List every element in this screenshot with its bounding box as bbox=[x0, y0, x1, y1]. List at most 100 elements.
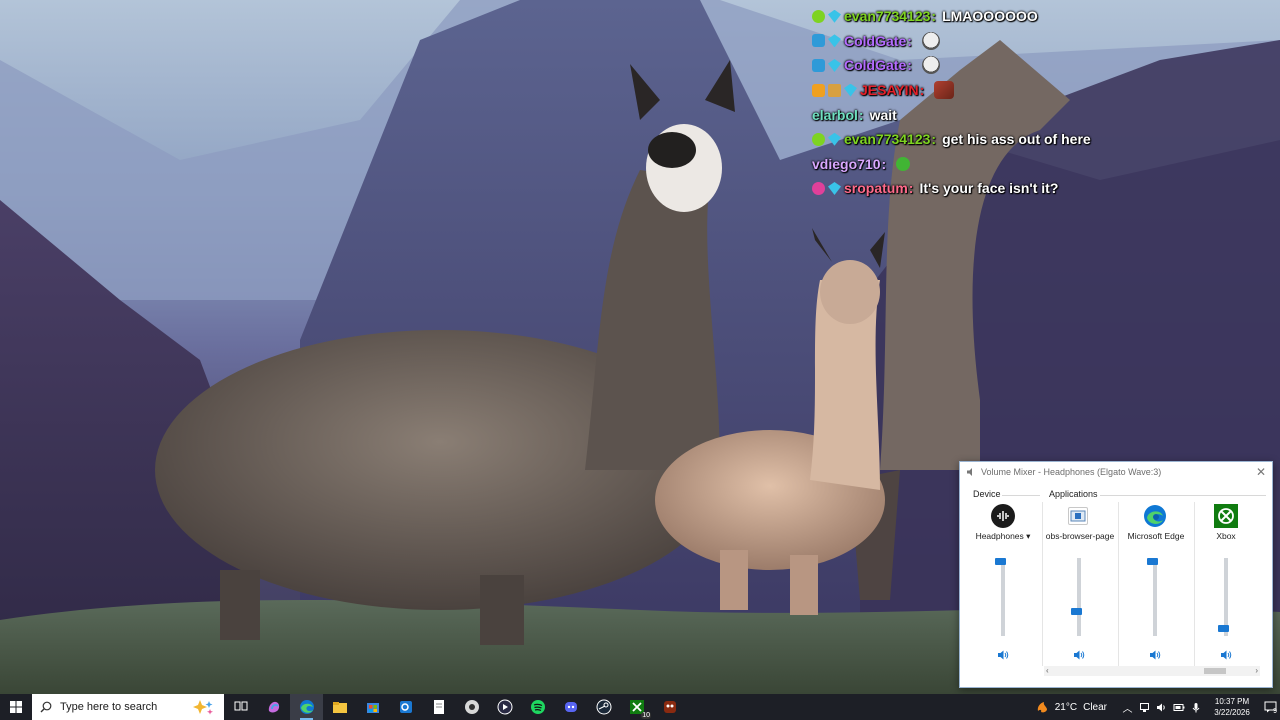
chat-separator: : bbox=[907, 57, 912, 74]
taskbar-app-button[interactable] bbox=[488, 694, 521, 720]
chat-separator: : bbox=[908, 180, 914, 197]
battery-icon[interactable] bbox=[1171, 699, 1187, 715]
chat-badge-icon bbox=[828, 181, 841, 195]
chat-badge-icon bbox=[812, 132, 825, 146]
chat-message-text: get his ass out of here bbox=[942, 131, 1091, 148]
app-name-label: Microsoft Edge bbox=[1127, 531, 1185, 541]
mixer-title-text: Volume Mixer - Headphones (Elgato Wave:3… bbox=[981, 467, 1162, 477]
volume-icon[interactable] bbox=[1154, 699, 1170, 715]
edge-icon bbox=[299, 700, 314, 714]
chat-username: ColdGate bbox=[844, 57, 907, 74]
applications-group-divider bbox=[1100, 495, 1266, 496]
chat-message: ColdGate: bbox=[812, 29, 1280, 54]
taskbar-app-button[interactable] bbox=[257, 694, 290, 720]
search-placeholder: Type here to search bbox=[60, 701, 158, 713]
chat-message: ColdGate: bbox=[812, 53, 1280, 78]
taskbar-app-button[interactable] bbox=[356, 694, 389, 720]
taskbar-app-button[interactable] bbox=[422, 694, 455, 720]
chevron-up-icon[interactable]: ︿ bbox=[1120, 699, 1136, 715]
chat-message-text: It's your face isn't it? bbox=[919, 180, 1059, 197]
clock-time: 10:37 PM bbox=[1214, 697, 1250, 706]
headphones-device-icon[interactable] bbox=[991, 504, 1015, 528]
applications-horizontal-scrollbar[interactable]: ‹ › bbox=[1044, 666, 1260, 676]
chat-badge-icon bbox=[812, 9, 825, 23]
search-icon bbox=[40, 701, 52, 713]
scroll-right-icon[interactable]: › bbox=[1255, 666, 1258, 676]
weather-temperature: 21°C bbox=[1054, 701, 1078, 713]
chat-username: evan7734123 bbox=[844, 131, 931, 148]
scroll-left-icon[interactable]: ‹ bbox=[1046, 666, 1049, 676]
taskbar-app-button[interactable] bbox=[554, 694, 587, 720]
app-badge-count: 10 bbox=[641, 712, 651, 719]
app-volume-track[interactable] bbox=[1077, 558, 1081, 636]
close-icon[interactable]: ✕ bbox=[1254, 465, 1268, 479]
chat-message-text: LMAOOOOOO bbox=[942, 8, 1038, 25]
device-volume-slider[interactable] bbox=[995, 558, 1006, 565]
chat-separator: : bbox=[907, 32, 912, 49]
weather-icon bbox=[1037, 702, 1047, 713]
clock-date: 3/22/2026 bbox=[1214, 708, 1250, 717]
taskbar-app-button[interactable] bbox=[455, 694, 488, 720]
network-icon[interactable] bbox=[1137, 699, 1153, 715]
chat-message: vdiego710: bbox=[812, 152, 1280, 177]
app-name-label: obs-browser-page bbox=[1045, 531, 1115, 541]
device-column: Headphones ▾ bbox=[968, 500, 1038, 668]
chat-badge-icon bbox=[812, 34, 825, 48]
speaker-icon[interactable] bbox=[1149, 648, 1161, 660]
stream-chat-overlay: evan7734123: LMAOOOOOO ColdGate: ColdGate: J… bbox=[812, 4, 1280, 201]
taskbar-app-button[interactable] bbox=[323, 694, 356, 720]
edge-icon[interactable] bbox=[1143, 504, 1167, 528]
device-volume-track[interactable] bbox=[1001, 558, 1005, 636]
pepe-emote-icon bbox=[896, 156, 911, 171]
taskbar-app-button[interactable] bbox=[389, 694, 422, 720]
notification-count: 9 bbox=[1273, 708, 1277, 715]
xbox-volume-slider[interactable] bbox=[1218, 625, 1229, 633]
chat-badge-icon bbox=[828, 9, 841, 23]
weather-widget[interactable]: 21°C Clear bbox=[1035, 700, 1107, 714]
search-highlight-icon[interactable] bbox=[192, 699, 214, 715]
taskbar-app-button[interactable] bbox=[587, 694, 620, 720]
chat-separator: : bbox=[919, 82, 925, 99]
obs-browser-page-volume-slider[interactable] bbox=[1071, 607, 1082, 615]
column-separator bbox=[1042, 502, 1043, 666]
media-app-icon bbox=[497, 699, 512, 715]
task-view-icon bbox=[234, 701, 247, 711]
notepad-icon bbox=[433, 700, 444, 714]
speaker-icon[interactable] bbox=[1220, 648, 1232, 660]
obs-browser-page-icon[interactable] bbox=[1068, 507, 1088, 525]
skull-emote-icon bbox=[921, 56, 940, 75]
app-volume-track[interactable] bbox=[1224, 558, 1228, 636]
notification-center-button[interactable]: 9 bbox=[1260, 694, 1280, 720]
chat-badge-icon bbox=[828, 132, 841, 146]
microsoft-store-icon bbox=[366, 703, 379, 713]
chat-badge-icon bbox=[812, 58, 825, 72]
device-name-dropdown[interactable]: Headphones ▾ bbox=[968, 531, 1038, 542]
chat-badge-icon bbox=[812, 83, 825, 97]
taskbar-clock[interactable]: 10:37 PM 3/22/2026 bbox=[1210, 696, 1254, 718]
chat-separator: : bbox=[881, 155, 887, 172]
column-separator bbox=[1118, 502, 1119, 666]
speaker-icon[interactable] bbox=[997, 648, 1009, 660]
taskbar-search-box[interactable]: Type here to search bbox=[32, 694, 224, 720]
box-emote-icon bbox=[934, 81, 955, 100]
taskbar-app-button[interactable] bbox=[224, 694, 257, 720]
taskbar-app-button[interactable] bbox=[653, 694, 686, 720]
volume-mixer-window[interactable]: Volume Mixer - Headphones (Elgato Wave:3… bbox=[959, 461, 1273, 688]
scrollbar-thumb[interactable] bbox=[1204, 668, 1226, 674]
app-column-xbox: Xbox bbox=[1196, 500, 1256, 668]
taskbar-app-button[interactable] bbox=[290, 694, 323, 720]
app-volume-track[interactable] bbox=[1153, 558, 1157, 636]
game-icon bbox=[663, 701, 676, 713]
chat-message: sropatum: It's your face isn't it? bbox=[812, 176, 1280, 201]
microsoft-edge-volume-slider[interactable] bbox=[1147, 558, 1158, 565]
start-button[interactable] bbox=[0, 694, 32, 720]
xbox-icon[interactable] bbox=[1214, 504, 1238, 528]
microphone-icon[interactable] bbox=[1188, 699, 1204, 715]
mixer-title-bar[interactable]: Volume Mixer - Headphones (Elgato Wave:3… bbox=[960, 462, 1272, 482]
chat-badge-icon bbox=[828, 34, 841, 48]
copilot-icon bbox=[268, 701, 279, 713]
speaker-icon[interactable] bbox=[1073, 648, 1085, 660]
taskbar-app-button[interactable]: 10 bbox=[620, 694, 653, 720]
column-separator bbox=[1194, 502, 1195, 666]
taskbar-app-button[interactable] bbox=[521, 694, 554, 720]
